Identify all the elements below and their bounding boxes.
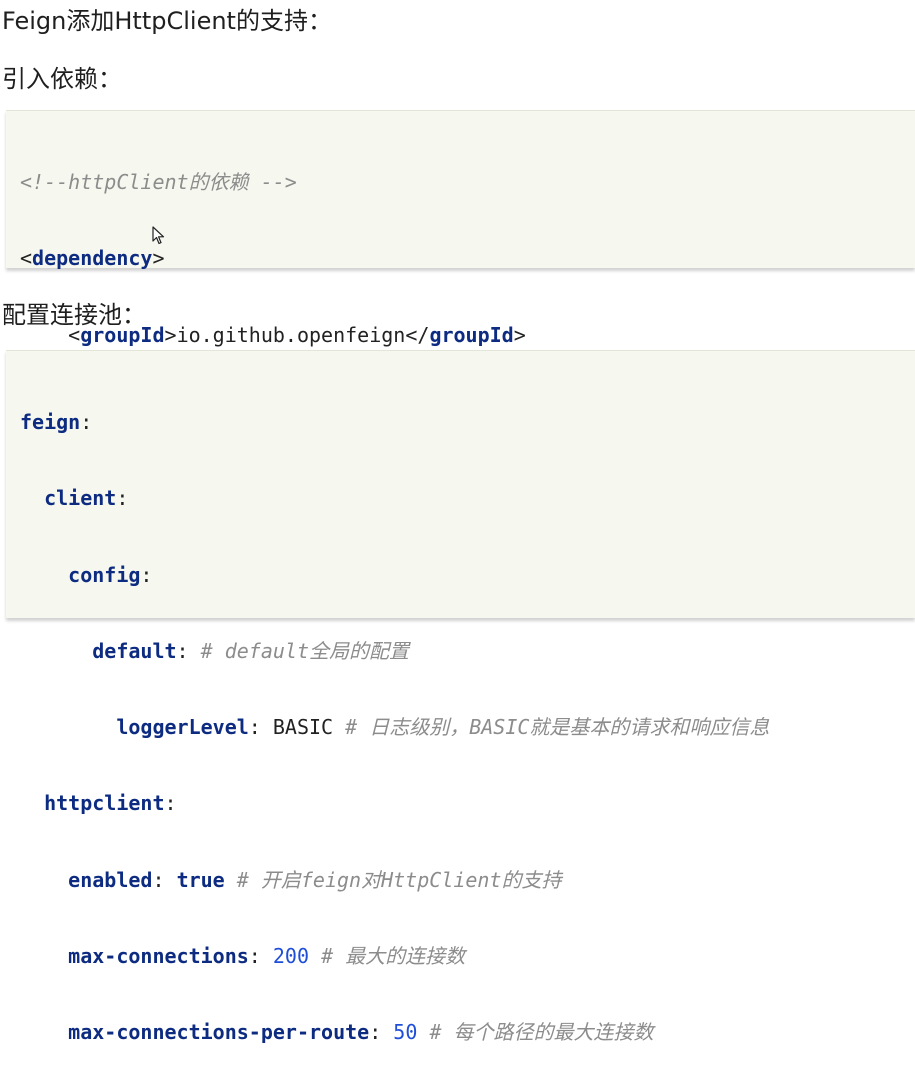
- yaml-default-key: default: [92, 638, 177, 663]
- yaml-enabled-value: true: [176, 867, 225, 892]
- yaml-max-connections-value: 200: [272, 944, 310, 969]
- yaml-logger-comment: # 日志级别，BASIC就是基本的请求和响应信息: [345, 715, 770, 740]
- yaml-client-line: client:: [44, 486, 129, 511]
- yaml-max-connections-comment: # 最大的连接数: [321, 944, 466, 969]
- yaml-max-route-comment: # 每个路径的最大连接数: [429, 1020, 654, 1045]
- yaml-max-route-value: 50: [393, 1020, 418, 1045]
- yaml-code-block: feign: client: config: default: # defaul…: [6, 350, 915, 1044]
- yaml-feign-line: feign:: [20, 410, 93, 434]
- dependency-intro-heading: 引入依赖：: [2, 65, 122, 93]
- yaml-max-connections-key: max-connections: [68, 944, 249, 969]
- yaml-logger-line: loggerLevel: BASIC # 日志级别，BASIC就是基本的请求和响…: [116, 715, 770, 740]
- xml-comment-line: <!--httpClient的依赖 -->: [20, 168, 915, 196]
- mouse-pointer-icon: [152, 226, 165, 245]
- yaml-enabled-key: enabled: [68, 867, 153, 892]
- xml-dependency-open-tag: dependency: [32, 246, 153, 271]
- yaml-httpclient-line: httpclient:: [44, 791, 177, 816]
- yaml-enabled-comment: # 开启feign对HttpClient的支持: [236, 867, 562, 892]
- yaml-config-key: config: [68, 562, 141, 587]
- yaml-enabled-line: enabled: true # 开启feign对HttpClient的支持: [68, 867, 562, 892]
- xml-group-close-tag: groupId: [429, 322, 514, 347]
- yaml-default-comment: # default全局的配置: [200, 638, 410, 663]
- page-title: Feign添加HttpClient的支持：: [2, 7, 332, 35]
- yaml-max-route-key: max-connections-per-route: [68, 1020, 370, 1045]
- yaml-logger-value: BASIC: [272, 715, 334, 740]
- yaml-logger-key: loggerLevel: [116, 715, 249, 740]
- yaml-feign-key: feign: [20, 410, 81, 434]
- pool-intro-heading: 配置连接池：: [2, 301, 146, 329]
- xml-code-block: <!--httpClient的依赖 --> <dependency> <grou…: [6, 110, 915, 499]
- yaml-config-line: config:: [68, 562, 153, 587]
- xml-group-value: io.github.openfeign: [176, 322, 406, 347]
- xml-dependency-open-line: <dependency>: [20, 246, 165, 271]
- xml-comment: <!--httpClient的依赖 -->: [20, 170, 297, 194]
- yaml-httpclient-key: httpclient: [44, 791, 165, 816]
- xml-group-line: <groupId>io.github.openfeign</groupId>: [20, 322, 526, 347]
- yaml-default-line: default: # default全局的配置: [92, 638, 410, 663]
- yaml-max-route-line: max-connections-per-route: 50 # 每个路径的最大连…: [68, 1020, 654, 1045]
- yaml-client-key: client: [44, 486, 117, 511]
- yaml-max-connections-line: max-connections: 200 # 最大的连接数: [68, 944, 466, 969]
